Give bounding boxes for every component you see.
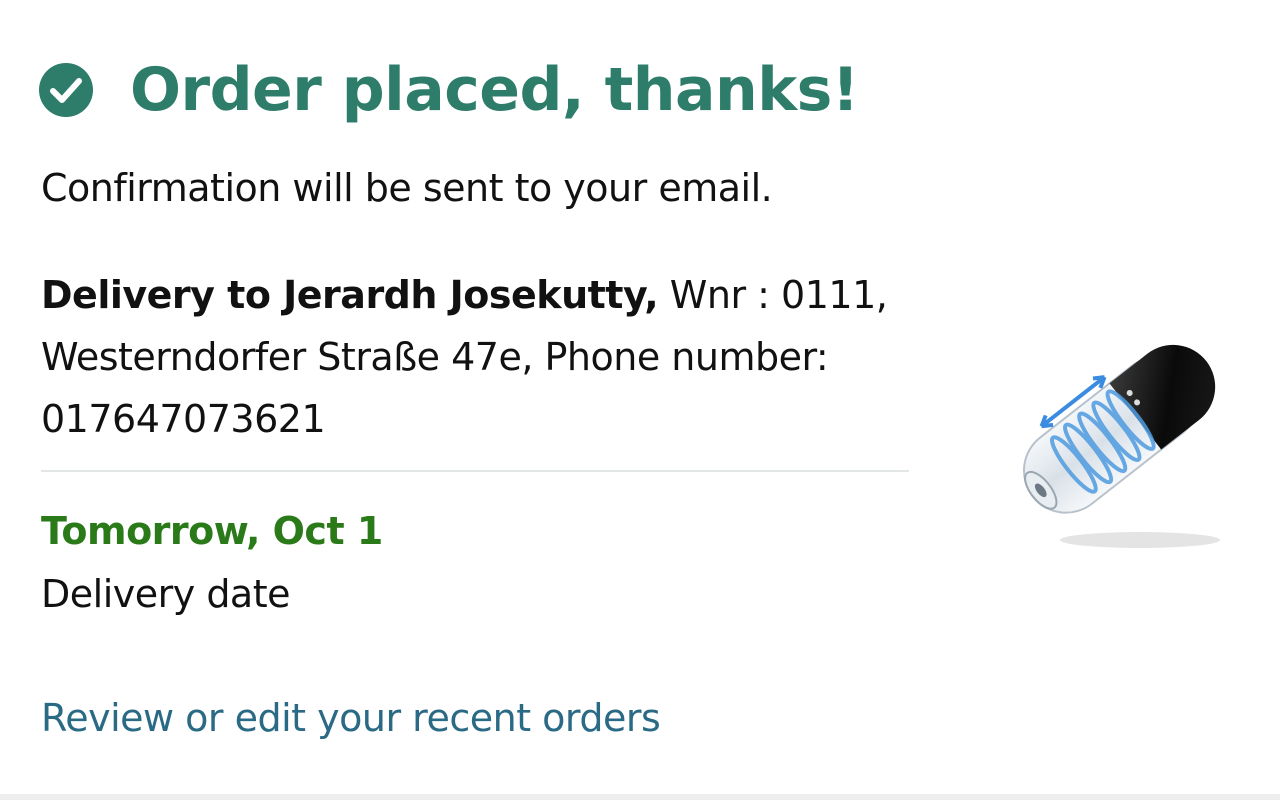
confirmation-message: Confirmation will be sent to your email. — [41, 166, 773, 210]
delivery-recipient: Delivery to Jerardh Josekutty, — [41, 273, 659, 317]
check-circle-icon — [39, 63, 93, 117]
delivery-date-label: Delivery date — [41, 572, 291, 616]
page-title: Order placed, thanks! — [130, 55, 859, 125]
product-thumbnail[interactable] — [990, 300, 1246, 560]
delivery-date-value: Tomorrow, Oct 1 — [41, 509, 383, 553]
bottom-divider — [0, 794, 1280, 800]
order-header: Order placed, thanks! — [38, 52, 859, 128]
delivery-address: Delivery to Jerardh Josekutty, Wnr : 011… — [41, 264, 901, 450]
review-orders-link[interactable]: Review or edit your recent orders — [41, 690, 661, 746]
order-confirmation-page: Order placed, thanks! Confirmation will … — [0, 0, 1280, 800]
divider — [41, 470, 909, 472]
